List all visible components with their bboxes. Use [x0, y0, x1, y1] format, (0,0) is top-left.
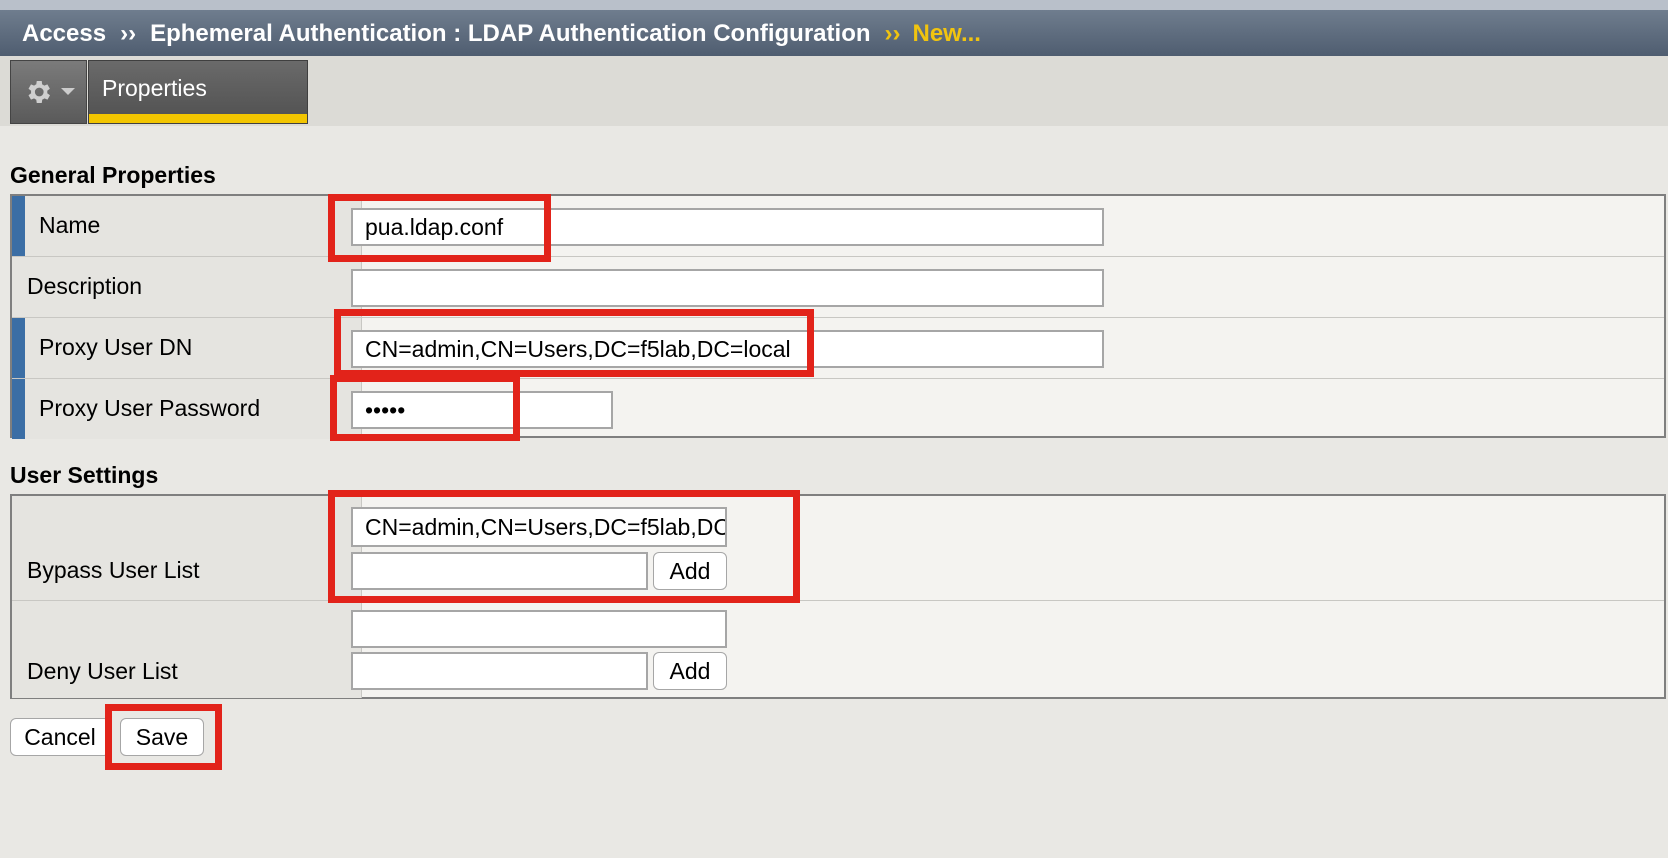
save-button[interactable]: Save: [120, 718, 204, 756]
breadcrumb-ephemeral-authentication[interactable]: Ephemeral Authentication : LDAP Authenti…: [150, 20, 870, 47]
breadcrumb-separator-current: ››: [884, 20, 901, 47]
gear-menu-button[interactable]: [10, 60, 87, 124]
general-properties-title: General Properties: [10, 162, 216, 188]
bypass-user-list-row: Bypass User List CN=admin,CN=Users,DC=f5…: [12, 496, 1664, 601]
bypass-user-list-label: Bypass User List: [27, 557, 200, 583]
proxy-user-dn-input[interactable]: [351, 330, 1104, 368]
general-properties-table: Name Description Proxy User DN Proxy Use…: [10, 194, 1666, 439]
active-tab-indicator: [89, 114, 307, 123]
name-input[interactable]: [351, 208, 1104, 246]
proxy-user-dn-label-cell: Proxy User DN: [12, 318, 362, 378]
description-label: Description: [27, 273, 143, 299]
proxy-user-password-label-cell: Proxy User Password: [12, 379, 362, 439]
user-settings-table: Bypass User List CN=admin,CN=Users,DC=f5…: [10, 494, 1666, 699]
deny-user-list-box[interactable]: [351, 610, 727, 648]
breadcrumb-access[interactable]: Access: [22, 20, 106, 47]
bypass-add-button[interactable]: Add: [653, 552, 727, 590]
gear-icon: [28, 81, 50, 103]
name-label-cell: Name: [12, 196, 362, 256]
bypass-user-list-box[interactable]: CN=admin,CN=Users,DC=f5lab,DC=: [351, 507, 727, 547]
breadcrumb-current: New...: [912, 20, 981, 47]
cancel-button[interactable]: Cancel: [10, 718, 110, 756]
tab-properties-label: Properties: [102, 75, 207, 101]
user-settings-title: User Settings: [10, 462, 159, 488]
page-header: Access ›› Ephemeral Authentication : LDAP …: [0, 0, 1668, 56]
tab-properties[interactable]: Properties: [88, 60, 308, 124]
bypass-user-input[interactable]: [351, 552, 648, 590]
deny-user-list-label: Deny User List: [27, 658, 178, 684]
deny-user-input[interactable]: [351, 652, 648, 690]
proxy-user-password-row: Proxy User Password: [12, 379, 1664, 439]
name-label: Name: [39, 212, 101, 238]
description-row: Description: [12, 257, 1664, 318]
breadcrumb-separator: ››: [120, 20, 137, 47]
deny-user-list-row: Deny User List Add: [12, 601, 1664, 698]
bypass-user-list-label-cell: Bypass User List: [12, 496, 362, 600]
proxy-user-dn-label: Proxy User DN: [39, 334, 193, 360]
description-input[interactable]: [351, 269, 1104, 307]
proxy-user-dn-row: Proxy User DN: [12, 318, 1664, 379]
name-row: Name: [12, 196, 1664, 257]
chevron-down-icon: [61, 88, 75, 95]
proxy-user-password-input[interactable]: [351, 391, 613, 429]
proxy-user-password-label: Proxy User Password: [39, 395, 261, 421]
deny-add-button[interactable]: Add: [653, 652, 727, 690]
breadcrumb: Access ›› Ephemeral Authentication : LDAP …: [22, 20, 981, 48]
description-label-cell: Description: [12, 257, 362, 317]
deny-user-list-label-cell: Deny User List: [12, 601, 362, 698]
